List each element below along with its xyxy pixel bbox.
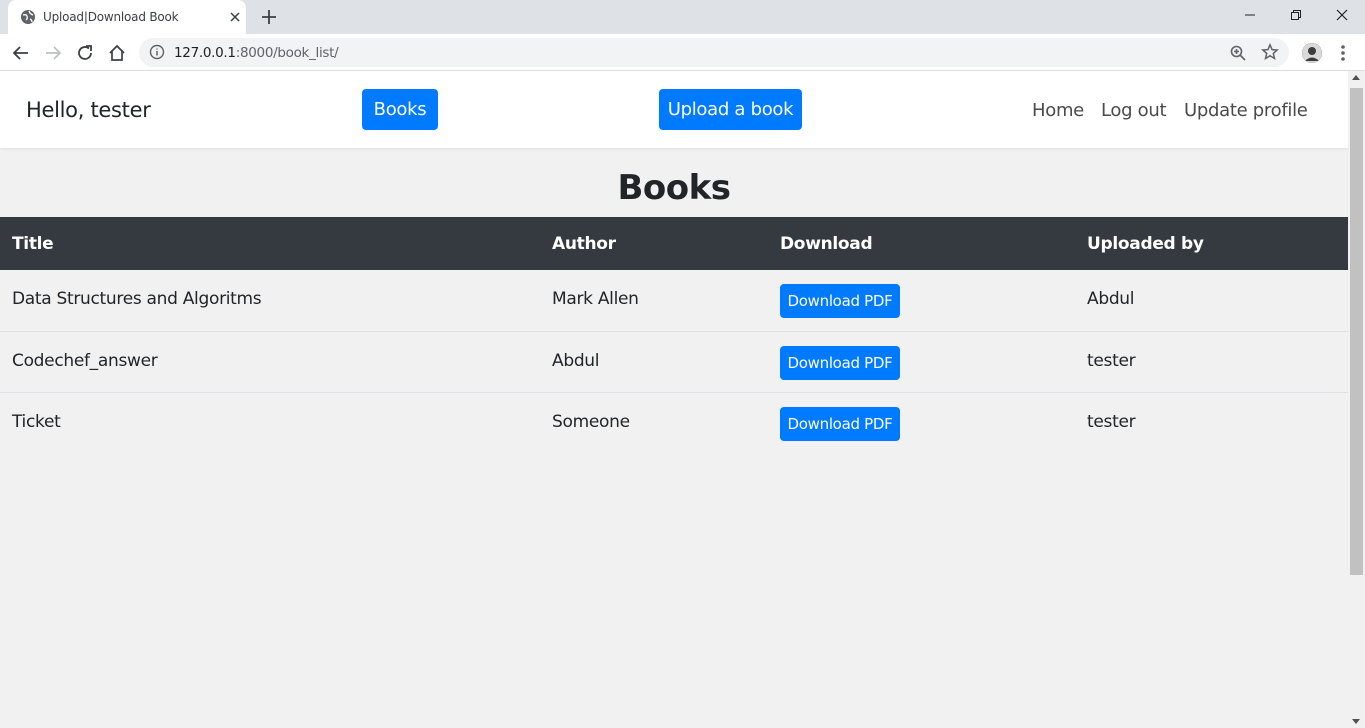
table-row: Data Structures and Algoritms Mark Allen…	[0, 270, 1348, 331]
greeting-text: Hello, tester	[26, 98, 151, 122]
home-button[interactable]	[106, 42, 128, 64]
minimize-button[interactable]	[1227, 0, 1273, 30]
header-title: Title	[12, 234, 54, 254]
book-author: Abdul	[552, 351, 600, 371]
header-uploaded-by: Uploaded by	[1087, 234, 1204, 254]
book-title: Ticket	[12, 412, 61, 432]
download-pdf-button[interactable]: Download PDF	[780, 407, 900, 441]
vertical-scrollbar[interactable]	[1348, 71, 1365, 728]
browser-toolbar: 127.0.0.1:8000/book_list/	[0, 34, 1365, 71]
header-author: Author	[552, 234, 616, 254]
back-button[interactable]	[10, 42, 32, 64]
restore-icon	[1291, 10, 1301, 20]
book-author: Someone	[552, 412, 630, 432]
arrow-right-icon	[46, 46, 62, 60]
book-uploader: tester	[1087, 412, 1136, 432]
star-icon[interactable]	[1261, 43, 1279, 61]
home-icon	[109, 44, 125, 61]
scroll-thumb[interactable]	[1350, 88, 1363, 575]
url-text: 127.0.0.1:8000/book_list/	[174, 45, 339, 61]
url-path: :8000/book_list/	[235, 45, 339, 61]
new-tab-icon[interactable]	[258, 6, 280, 28]
reload-icon	[78, 45, 92, 60]
arrow-left-icon	[12, 46, 28, 60]
update-profile-link[interactable]: Update profile	[1184, 100, 1308, 121]
minimize-icon	[1245, 14, 1255, 16]
address-bar[interactable]: 127.0.0.1:8000/book_list/	[139, 38, 1289, 67]
scroll-down-icon[interactable]	[1352, 719, 1360, 724]
globe-icon	[21, 10, 35, 24]
download-pdf-button[interactable]: Download PDF	[780, 346, 900, 380]
browser-tab[interactable]: Upload|Download Book	[8, 0, 246, 34]
reload-button[interactable]	[74, 42, 96, 64]
url-host: 127.0.0.1	[174, 45, 236, 61]
close-icon	[1336, 9, 1348, 21]
logout-link[interactable]: Log out	[1101, 100, 1167, 121]
book-title: Codechef_answer	[12, 351, 158, 371]
browser-tabstrip: Upload|Download Book	[0, 0, 1365, 34]
table-header: Title Author Download Uploaded by	[0, 217, 1348, 270]
download-pdf-button[interactable]: Download PDF	[780, 284, 900, 318]
restore-button[interactable]	[1273, 0, 1319, 30]
more-vert-icon[interactable]	[1334, 42, 1352, 64]
zoom-icon[interactable]	[1229, 44, 1247, 62]
book-author: Mark Allen	[552, 289, 639, 309]
table-row: Codechef_answer Abdul Download PDF teste…	[0, 331, 1348, 392]
upload-book-button[interactable]: Upload a book	[659, 89, 802, 130]
close-window-button[interactable]	[1319, 0, 1365, 30]
book-uploader: Abdul	[1087, 289, 1135, 309]
book-uploader: tester	[1087, 351, 1136, 371]
profile-avatar[interactable]	[1302, 43, 1322, 63]
header-download: Download	[780, 234, 873, 254]
book-title: Data Structures and Algoritms	[12, 289, 262, 309]
close-tab-icon[interactable]	[227, 9, 243, 25]
home-link[interactable]: Home	[1032, 100, 1084, 121]
scroll-up-icon[interactable]	[1352, 75, 1360, 80]
site-navbar: Hello, tester Books Upload a book Home L…	[0, 71, 1348, 148]
table-row: Ticket Someone Download PDF tester	[0, 392, 1348, 453]
page-viewport: Hello, tester Books Upload a book Home L…	[0, 71, 1348, 728]
forward-button[interactable]	[42, 42, 64, 64]
info-icon[interactable]	[149, 44, 165, 60]
page-title: Books	[617, 168, 731, 208]
avatar-icon	[1302, 43, 1322, 63]
books-button[interactable]: Books	[362, 89, 438, 130]
tab-title: Upload|Download Book	[43, 10, 179, 24]
